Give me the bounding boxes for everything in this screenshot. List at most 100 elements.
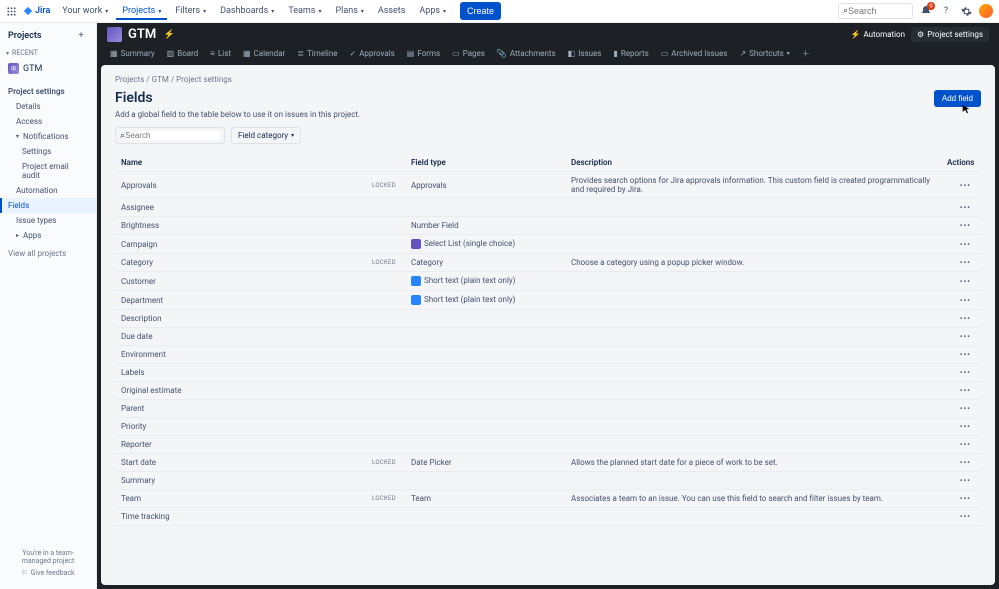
nav-filters[interactable]: Filters▾: [169, 2, 212, 20]
tab-issues[interactable]: ◧ Issues: [563, 47, 607, 60]
field-name[interactable]: Assignee: [121, 203, 154, 212]
sidebar-details[interactable]: Details: [0, 99, 96, 114]
field-category-dropdown[interactable]: Field category▾: [231, 127, 301, 144]
add-tab-icon[interactable]: ＋: [797, 46, 815, 61]
bolt-icon[interactable]: ⚡: [162, 28, 176, 42]
sidebar-notifications[interactable]: ▾Notifications: [0, 129, 96, 144]
more-actions-button[interactable]: •••: [956, 314, 975, 323]
sidebar-issue-types[interactable]: Issue types: [0, 213, 96, 228]
field-name[interactable]: Time tracking: [121, 512, 170, 521]
more-actions-button[interactable]: •••: [956, 240, 975, 249]
add-field-button[interactable]: Add field: [934, 90, 981, 107]
nav-plans[interactable]: Plans▾: [329, 2, 369, 20]
field-name[interactable]: Start date: [121, 458, 156, 467]
tab-archived[interactable]: ▭ Archived Issues: [656, 47, 733, 60]
tab-attachments[interactable]: 📎 Attachments: [492, 47, 561, 60]
more-actions-button[interactable]: •••: [956, 404, 975, 413]
tab-pages[interactable]: ▭ Pages: [447, 47, 490, 60]
create-button[interactable]: Create: [460, 2, 501, 20]
field-name[interactable]: Campaign: [121, 240, 157, 249]
tab-board[interactable]: ▥ Board: [162, 47, 204, 60]
bolt-icon: ⚡: [850, 30, 860, 39]
sidebar-email-audit[interactable]: Project email audit: [0, 159, 96, 183]
more-actions-button[interactable]: •••: [956, 422, 975, 431]
sidebar-settings-sub[interactable]: Settings: [0, 144, 96, 159]
field-name[interactable]: Description: [121, 314, 162, 323]
more-actions-button[interactable]: •••: [956, 221, 975, 230]
field-description: [565, 364, 941, 382]
field-name[interactable]: Department: [121, 296, 163, 305]
tab-calendar[interactable]: ▦ Calendar: [238, 47, 290, 60]
more-actions-button[interactable]: •••: [956, 512, 975, 521]
jira-logo[interactable]: Jira: [19, 6, 54, 16]
nav-teams[interactable]: Teams▾: [282, 2, 327, 20]
field-name[interactable]: Approvals: [121, 181, 157, 190]
field-name[interactable]: Category: [121, 258, 153, 267]
field-description: [565, 436, 941, 454]
nav-assets[interactable]: Assets: [372, 2, 412, 20]
sidebar-apps[interactable]: ▸Apps: [0, 228, 96, 243]
field-name[interactable]: Parent: [121, 404, 144, 413]
more-actions-button[interactable]: •••: [956, 386, 975, 395]
more-actions-button[interactable]: •••: [956, 368, 975, 377]
more-actions-button[interactable]: •••: [956, 258, 975, 267]
tab-timeline[interactable]: ≣ Timeline: [292, 47, 342, 60]
sidebar-project-settings[interactable]: Project settings: [0, 84, 96, 99]
fields-search-input[interactable]: [125, 131, 220, 140]
project-settings-button[interactable]: ⚙Project settings: [911, 27, 989, 42]
recent-section[interactable]: ▾RECENT: [0, 47, 96, 59]
field-name[interactable]: Labels: [121, 368, 144, 377]
field-name[interactable]: Customer: [121, 277, 156, 286]
more-actions-button[interactable]: •••: [956, 458, 975, 467]
global-search-input[interactable]: [848, 6, 908, 16]
more-actions-button[interactable]: •••: [956, 277, 975, 286]
more-actions-button[interactable]: •••: [956, 440, 975, 449]
field-name[interactable]: Original estimate: [121, 386, 181, 395]
sidebar-title: Projects: [8, 31, 41, 41]
global-search[interactable]: ⌕: [838, 3, 913, 19]
fields-search[interactable]: ⌕: [115, 127, 225, 144]
tab-approvals[interactable]: ✓ Approvals: [345, 47, 400, 60]
more-actions-button[interactable]: •••: [956, 350, 975, 359]
nav-projects[interactable]: Projects▾: [116, 2, 167, 20]
project-header: GTM ⚡ ⚡Automation ⚙Project settings: [97, 23, 999, 44]
field-name[interactable]: Priority: [121, 422, 146, 431]
crumb-projects[interactable]: Projects: [115, 75, 144, 84]
more-actions-button[interactable]: •••: [956, 332, 975, 341]
field-name[interactable]: Summary: [121, 476, 155, 485]
tab-forms[interactable]: ▤ Forms: [402, 47, 445, 60]
notifications-icon[interactable]: 9: [919, 4, 933, 18]
tab-reports[interactable]: ▮ Reports: [608, 47, 653, 60]
sidebar-fields[interactable]: Fields: [0, 198, 96, 213]
field-type: Short text (plain text only): [424, 276, 515, 285]
field-name[interactable]: Brightness: [121, 221, 159, 230]
crumb-gtm[interactable]: GTM: [152, 75, 169, 84]
settings-icon[interactable]: [959, 4, 973, 18]
give-feedback[interactable]: ⚐Give feedback: [8, 565, 88, 581]
field-name[interactable]: Reporter: [121, 440, 152, 449]
more-actions-button[interactable]: •••: [956, 203, 975, 212]
view-all-projects[interactable]: View all projects: [0, 243, 96, 264]
add-project-icon[interactable]: +: [74, 29, 88, 43]
more-actions-button[interactable]: •••: [956, 296, 975, 305]
sidebar-access[interactable]: Access: [0, 114, 96, 129]
sidebar-automation[interactable]: Automation: [0, 183, 96, 198]
more-actions-button[interactable]: •••: [956, 476, 975, 485]
app-switcher-icon[interactable]: [6, 6, 17, 17]
tab-shortcuts[interactable]: ↗ Shortcuts ▾: [734, 47, 794, 60]
field-name[interactable]: Due date: [121, 332, 153, 341]
more-actions-button[interactable]: •••: [956, 494, 975, 503]
tab-list[interactable]: ≡ List: [205, 47, 236, 60]
more-actions-button[interactable]: •••: [956, 181, 975, 190]
nav-your-work[interactable]: Your work▾: [56, 2, 114, 20]
field-name[interactable]: Environment: [121, 350, 166, 359]
nav-dashboards[interactable]: Dashboards▾: [214, 2, 280, 20]
table-row: Parent •••: [115, 400, 981, 418]
nav-apps[interactable]: Apps▾: [413, 2, 452, 20]
help-icon[interactable]: ?: [939, 4, 953, 18]
field-name[interactable]: Team: [121, 494, 141, 503]
avatar[interactable]: [979, 4, 993, 18]
sidebar-project-gtm[interactable]: ⊞ GTM: [0, 59, 96, 78]
automation-button[interactable]: ⚡Automation: [850, 30, 905, 39]
tab-summary[interactable]: ▦ Summary: [105, 47, 160, 60]
